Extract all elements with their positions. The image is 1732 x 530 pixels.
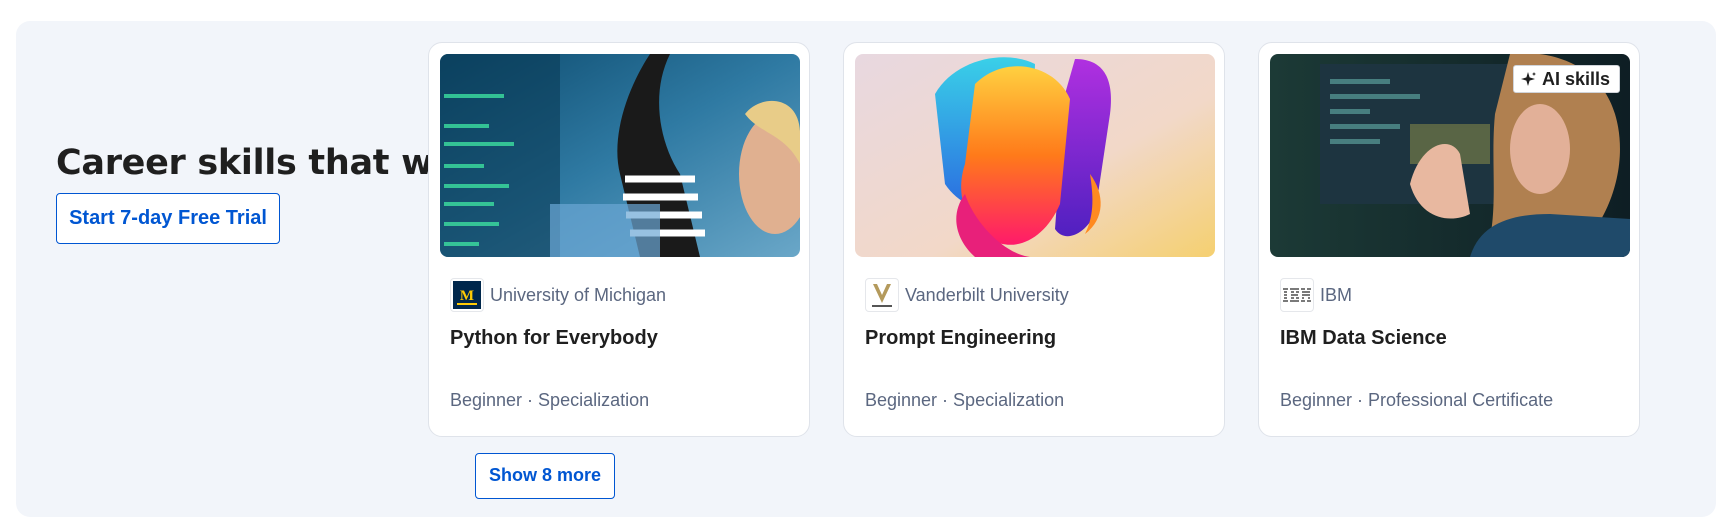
course-title[interactable]: Prompt Engineering [865,327,1056,350]
partner-name: Vanderbilt University [905,284,1069,305]
partner-row: M University of Michigan [450,278,666,312]
vanderbilt-logo-icon [865,278,899,312]
course-title[interactable]: IBM Data Science [1280,327,1447,350]
people-coding-image [440,54,800,257]
partner-row: Vanderbilt University [865,278,1069,312]
ibm-logo-icon [1280,278,1314,312]
badge-label: AI skills [1541,68,1610,89]
woman-at-monitor-image: AI skills [1270,54,1630,257]
course-meta: Beginner · Specialization [865,390,1065,410]
partner-row: IBM [1280,278,1352,312]
partner-name: IBM [1320,284,1353,305]
start-free-trial-button[interactable]: Start 7-day Free Trial [56,193,280,244]
abstract-colorful-shape-image [855,54,1215,257]
career-skills-section: Career skills that work Start 7-day Free… [16,21,1716,517]
course-card-prompt-engineering[interactable]: Vanderbilt University Prompt Engineering… [843,42,1225,437]
course-card-python[interactable]: M University of Michigan Python for Ever… [428,42,810,437]
sparkle-icon [1520,71,1537,87]
course-meta: Beginner · Professional Certificate [1280,390,1554,410]
show-more-button[interactable]: Show 8 more [475,453,615,499]
ai-skills-badge: AI skills [1512,65,1620,93]
course-title[interactable]: Python for Everybody [450,327,658,350]
course-card-ibm-data-science[interactable]: AI skills IBM IBM Data Science Beginner … [1258,42,1640,437]
partner-name: University of Michigan [490,284,667,305]
svg-text:M: M [460,288,474,304]
michigan-logo-icon: M [450,278,484,312]
course-meta: Beginner · Specialization [450,390,650,410]
